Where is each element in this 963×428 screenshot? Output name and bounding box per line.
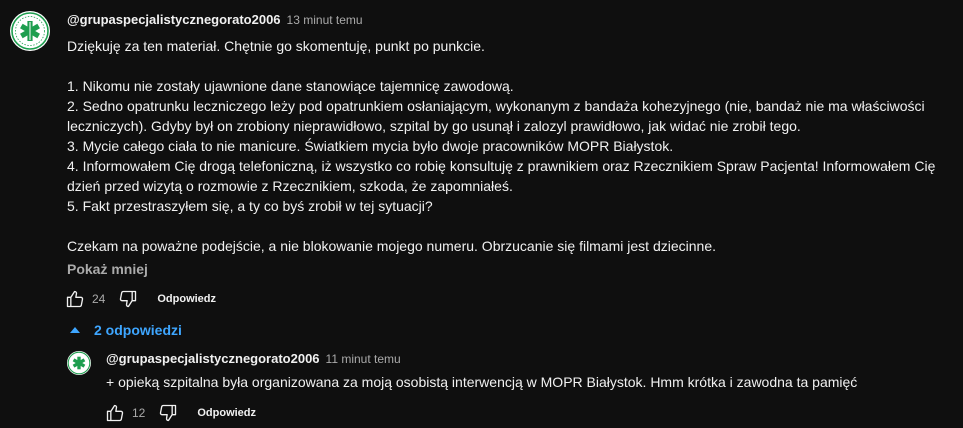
reply-button[interactable]: Odpowiedz: [157, 293, 216, 305]
replies-toggle[interactable]: 2 odpowiedzi: [70, 322, 182, 338]
thumbs-down-icon: [160, 404, 177, 422]
reply-author[interactable]: @grupaspecjalistycznegorato2006: [106, 351, 320, 366]
thumbs-down-icon: [120, 290, 137, 308]
reply-header: @grupaspecjalistycznegorato2006 11 minut…: [106, 351, 401, 366]
reply-action-bar: 12 Odpowiedz: [102, 400, 256, 426]
comment-paragraph: 1. Nikomu nie zostały ujawnione dane sta…: [67, 78, 514, 94]
reply-avatar[interactable]: [67, 351, 91, 375]
comment-paragraph: 2. Sedno opatrunku leczniczego leży pod …: [67, 98, 925, 134]
thumbs-up-icon: [66, 290, 84, 308]
thumbs-up-icon: [106, 404, 124, 422]
reply-body: + opieką szpitalna była organizowana za …: [106, 374, 858, 390]
comment-author[interactable]: @grupaspecjalistycznegorato2006: [67, 12, 281, 27]
like-count: 24: [92, 292, 106, 306]
like-count: 12: [132, 406, 146, 420]
dislike-button[interactable]: [115, 286, 141, 312]
medical-star-logo-icon: [11, 12, 49, 50]
comment-paragraph: 4. Informowałem Cię drogą telefoniczną, …: [67, 158, 936, 194]
comment-paragraph: 5. Fakt przestraszyłem się, a ty co byś …: [67, 198, 433, 214]
comment-timestamp[interactable]: 13 minut temu: [287, 13, 363, 27]
comment-paragraph: 3. Mycie całego ciała to nie manicure. Ś…: [67, 138, 674, 154]
comment-paragraph: Czekam na poważne podejście, a nie bloko…: [67, 238, 717, 254]
dislike-button[interactable]: [155, 400, 181, 426]
replies-count-label: 2 odpowiedzi: [94, 322, 182, 338]
comment-paragraph: Dziękuję za ten materiał. Chętnie go sko…: [67, 38, 485, 54]
comment-body: Dziękuję za ten materiał. Chętnie go sko…: [67, 36, 947, 256]
like-button[interactable]: [102, 400, 128, 426]
avatar[interactable]: [10, 11, 50, 51]
medical-star-logo-icon: [67, 351, 91, 375]
reply-timestamp[interactable]: 11 minut temu: [326, 352, 401, 366]
comment-action-bar: 24 Odpowiedz: [62, 286, 216, 312]
reply-button[interactable]: Odpowiedz: [197, 407, 256, 419]
chevron-up-icon: [70, 327, 80, 333]
comment-header: @grupaspecjalistycznegorato2006 13 minut…: [67, 12, 363, 27]
like-button[interactable]: [62, 286, 88, 312]
show-less-button[interactable]: Pokaż mniej: [67, 261, 148, 277]
